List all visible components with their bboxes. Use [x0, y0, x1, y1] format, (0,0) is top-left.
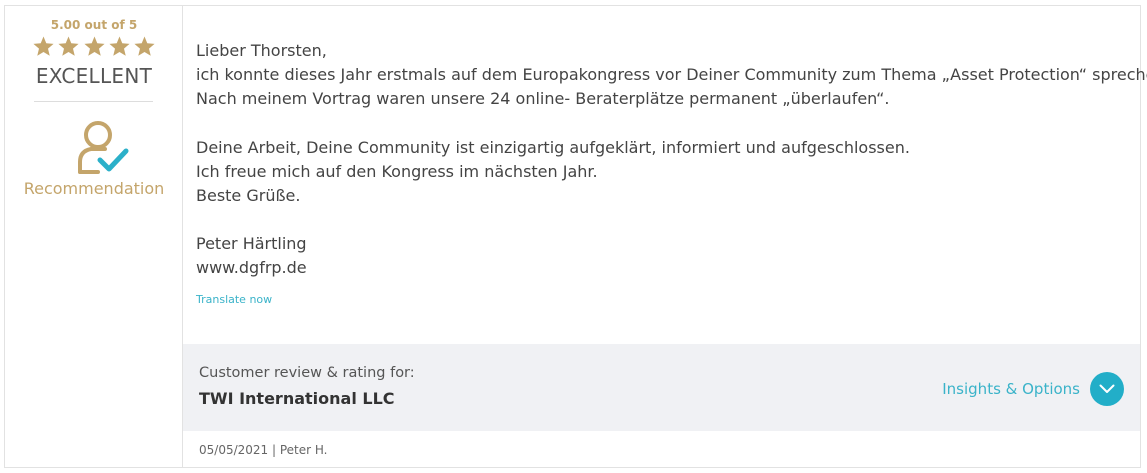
rating-panel: 5.00 out of 5 EXCELLENT Recommendation	[5, 6, 183, 467]
star-icon	[33, 36, 54, 56]
recommendation-label: Recommendation	[23, 179, 165, 198]
divider	[34, 101, 153, 102]
translate-link[interactable]: Translate now	[196, 293, 272, 306]
star-icon	[109, 36, 130, 56]
review-text: Lieber Thorsten, ich konnte dieses Jahr …	[196, 39, 1147, 281]
company-name: TWI International LLC	[199, 389, 395, 408]
recommendation-user-check-icon	[78, 121, 129, 174]
insights-options-button[interactable]: Insights & Options	[942, 372, 1124, 406]
review-target-band: Customer review & rating for: TWI Intern…	[183, 344, 1140, 431]
review-line: Deine Arbeit, Deine Community ist einzig…	[196, 137, 910, 157]
review-line: Lieber Thorsten,	[196, 41, 327, 60]
review-line: ich konnte dieses Jahr erstmals auf dem …	[196, 65, 1147, 85]
insights-options-label[interactable]: Insights & Options	[942, 380, 1080, 398]
star-icon	[134, 36, 155, 56]
insights-toggle[interactable]	[1090, 372, 1124, 406]
chevron-down-icon	[1099, 384, 1115, 393]
review-meta: 05/05/2021 | Peter H.	[199, 443, 328, 457]
rating-score: 5.00 out of 5	[50, 18, 138, 32]
review-line: Beste Grüße.	[196, 186, 301, 206]
star-icon	[58, 36, 79, 56]
review-card: 5.00 out of 5 EXCELLENT Recommendation L…	[4, 5, 1147, 468]
review-signature: Peter Härtling	[196, 234, 307, 254]
rating-verdict: EXCELLENT	[35, 64, 153, 88]
review-line: Ich freue mich auf den Kongress im nächs…	[196, 161, 598, 181]
star-icon	[83, 36, 105, 56]
review-for-label: Customer review & rating for:	[199, 365, 415, 381]
review-website: www.dgfrp.de	[196, 258, 307, 278]
review-line: Nach meinem Vortrag waren unsere 24 onli…	[196, 89, 890, 109]
star-rating	[32, 35, 156, 59]
